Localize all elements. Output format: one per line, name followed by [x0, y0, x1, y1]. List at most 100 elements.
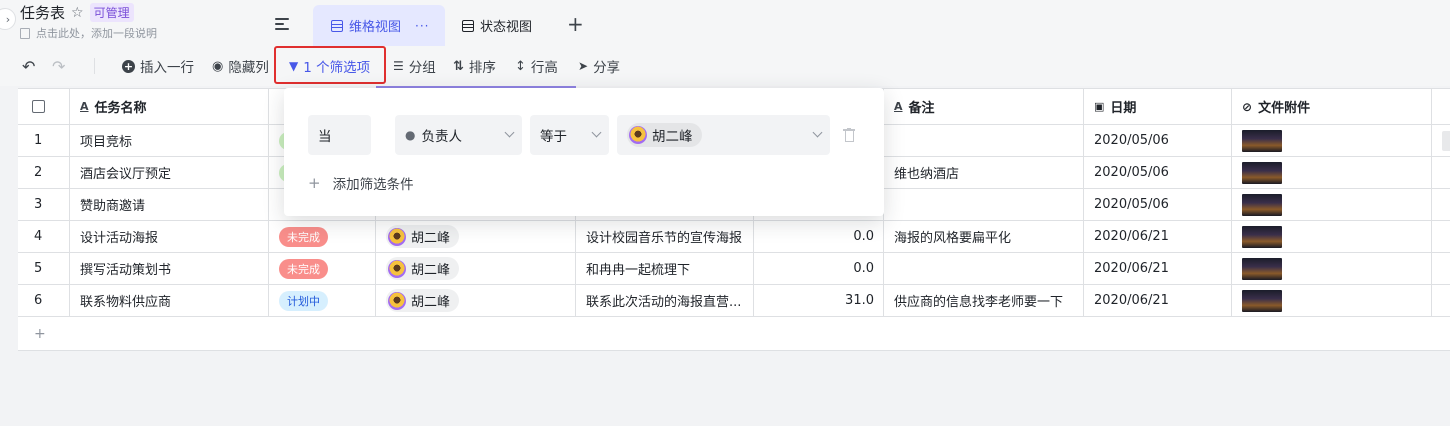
column-header-name[interactable]: A 任务名称 — [70, 89, 269, 125]
cell-person[interactable]: 胡二峰 — [376, 253, 576, 285]
filter-field-select[interactable]: ● 负责人 — [395, 115, 522, 155]
cell-attachment[interactable] — [1232, 157, 1432, 189]
cell-date[interactable]: 2020/06/21 — [1084, 253, 1232, 285]
attachment-thumbnail[interactable] — [1242, 193, 1282, 216]
cell-date[interactable]: 2020/05/06 — [1084, 125, 1232, 157]
cell-status[interactable]: 未完成 — [269, 221, 376, 253]
insert-row-button[interactable]: + 插入一行 — [122, 46, 194, 86]
description-text[interactable]: 点击此处，添加一段说明 — [36, 25, 157, 41]
add-filter-condition-button[interactable]: + 添加筛选条件 — [308, 173, 414, 193]
cell-more[interactable] — [1432, 285, 1450, 317]
cell-amount[interactable]: 0.0 — [754, 221, 884, 253]
add-row-bar[interactable] — [18, 317, 1450, 351]
sort-button[interactable]: ⇅ 排序 — [453, 46, 496, 86]
cell-desc[interactable]: 设计校园音乐节的宣传海报 — [576, 221, 754, 253]
filter-operator-select[interactable]: 等于 — [530, 115, 609, 155]
attachment-thumbnail[interactable] — [1242, 161, 1282, 184]
cell-task-name[interactable]: 酒店会议厅预定 — [70, 157, 269, 189]
more-icon[interactable]: ··· — [415, 19, 429, 33]
cell-attachment[interactable] — [1232, 125, 1432, 157]
cell-status[interactable]: 计划中 — [269, 285, 376, 317]
cell-attachment[interactable] — [1232, 253, 1432, 285]
cell-note[interactable]: 维也纳酒店 — [884, 157, 1084, 189]
row-height-icon: ↕ — [515, 58, 526, 74]
cell-note[interactable] — [884, 125, 1084, 157]
person-chip: 胡二峰 — [627, 123, 702, 147]
share-button[interactable]: ➤ 分享 — [578, 46, 620, 86]
row-height-label: 行高 — [530, 60, 558, 76]
group-button[interactable]: ☰ 分组 — [393, 46, 436, 86]
cell-person[interactable]: 胡二峰 — [376, 285, 576, 317]
cell-attachment[interactable] — [1232, 221, 1432, 253]
row-height-button[interactable]: ↕ 行高 — [515, 46, 558, 86]
star-icon[interactable]: ☆ — [71, 5, 84, 21]
cell-amount[interactable]: 0.0 — [754, 253, 884, 285]
column-header-date[interactable]: ▣ 日期 — [1084, 89, 1232, 125]
group-label: 分组 — [408, 60, 436, 76]
column-header-attachment[interactable]: ⊘ 文件附件 — [1232, 89, 1432, 125]
cell-date[interactable]: 2020/06/21 — [1084, 221, 1232, 253]
plus-circle-icon: + — [122, 59, 135, 73]
row-number: 4 — [18, 221, 70, 253]
attachment-thumbnail[interactable] — [1242, 129, 1282, 152]
redo-button[interactable]: ↷ — [52, 46, 65, 86]
add-row-button[interactable]: + — [34, 326, 46, 342]
cell-more[interactable] — [1432, 221, 1450, 253]
tab-grid-view[interactable]: 维格视图 ··· — [313, 5, 445, 46]
cell-date[interactable]: 2020/05/06 — [1084, 189, 1232, 221]
calendar-icon: ▣ — [1094, 100, 1105, 113]
column-header-more[interactable] — [1432, 89, 1450, 125]
attachment-thumbnail[interactable] — [1242, 225, 1282, 248]
cell-more[interactable] — [1432, 253, 1450, 285]
cell-task-name[interactable]: 赞助商邀请 — [70, 189, 269, 221]
delete-condition-trash-icon[interactable] — [843, 128, 855, 142]
tab-grid-view-label: 维格视图 — [349, 20, 402, 35]
chevron-down-icon — [812, 127, 823, 138]
cell-note[interactable] — [884, 253, 1084, 285]
filter-conjunction: 当 — [308, 115, 371, 155]
person-chip: 胡二峰 — [386, 225, 460, 248]
hide-column-button[interactable]: ◉ 隐藏列 — [212, 46, 269, 86]
undo-button[interactable]: ↶ — [22, 46, 35, 86]
eye-icon: ◉ — [212, 58, 224, 74]
cell-person[interactable]: 胡二峰 — [376, 221, 576, 253]
add-view-button[interactable]: + — [567, 12, 584, 36]
description-row[interactable]: 点击此处，添加一段说明 — [20, 25, 157, 41]
cell-desc[interactable]: 联系此次活动的海报直营... — [576, 285, 754, 317]
cell-note[interactable]: 海报的风格要扁平化 — [884, 221, 1084, 253]
cell-attachment[interactable] — [1232, 189, 1432, 221]
grid-icon — [331, 19, 343, 32]
avatar — [388, 259, 406, 278]
cell-more[interactable] — [1432, 189, 1450, 221]
cell-amount[interactable]: 31.0 — [754, 285, 884, 317]
select-all-cell[interactable] — [18, 89, 70, 125]
cell-date[interactable]: 2020/06/21 — [1084, 285, 1232, 317]
cell-desc[interactable]: 和冉冉一起梳理下 — [576, 253, 754, 285]
title-row: 任务表 ☆ 可管理 — [20, 2, 134, 23]
cell-note[interactable] — [884, 189, 1084, 221]
view-list-menu-icon[interactable] — [275, 18, 289, 30]
cell-task-name[interactable]: 撰写活动策划书 — [70, 253, 269, 285]
expand-sidebar-button[interactable]: › — [0, 8, 16, 30]
cell-task-name[interactable]: 联系物料供应商 — [70, 285, 269, 317]
cell-task-name[interactable]: 设计活动海报 — [70, 221, 269, 253]
sort-icon: ⇅ — [453, 58, 464, 74]
header-bar: › 任务表 ☆ 可管理 点击此处，添加一段说明 维格视图 ··· 状态视图 + — [0, 0, 1450, 46]
column-header-note[interactable]: A 备注 — [884, 89, 1084, 125]
cell-date[interactable]: 2020/05/06 — [1084, 157, 1232, 189]
cell-attachment[interactable] — [1232, 285, 1432, 317]
cell-more[interactable] — [1432, 157, 1450, 189]
cell-status[interactable]: 未完成 — [269, 253, 376, 285]
tab-status-view[interactable]: 状态视图 — [462, 5, 532, 46]
insert-row-label: 插入一行 — [140, 60, 194, 76]
column-header-date-label: 日期 — [1110, 101, 1137, 116]
select-all-checkbox[interactable] — [32, 100, 45, 113]
chevron-down-icon — [591, 127, 602, 138]
person-chip: 胡二峰 — [386, 257, 460, 280]
attachment-thumbnail[interactable] — [1242, 257, 1282, 280]
filter-value-select[interactable]: 胡二峰 — [617, 115, 830, 155]
row-number: 6 — [18, 285, 70, 317]
cell-task-name[interactable]: 项目竞标 — [70, 125, 269, 157]
cell-note[interactable]: 供应商的信息找李老师要一下 — [884, 285, 1084, 317]
attachment-thumbnail[interactable] — [1242, 289, 1282, 312]
